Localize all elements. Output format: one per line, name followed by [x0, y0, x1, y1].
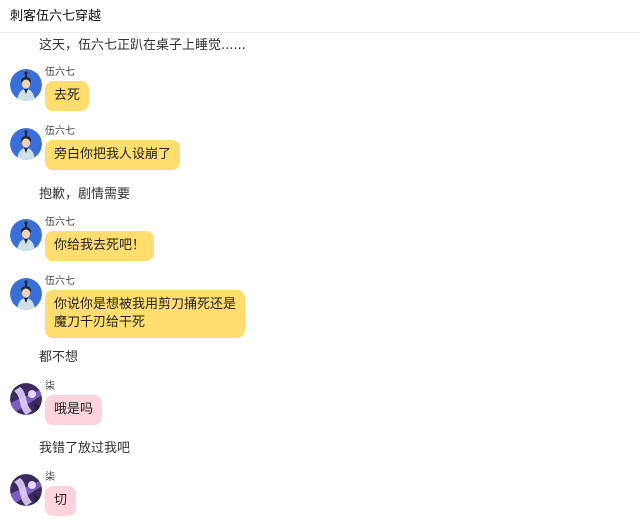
wuliuqi-avatar-icon	[10, 69, 42, 101]
wuliuqi-avatar-icon	[10, 219, 42, 251]
sender-name: 伍六七	[45, 126, 75, 137]
wuliuqi-avatar[interactable]	[10, 69, 42, 101]
sender-name: 伍六七	[45, 217, 75, 228]
narration-line: 这天，伍六七正趴在桌子上睡觉......	[39, 38, 246, 53]
sender-name: 伍六七	[45, 276, 75, 287]
narration-line: 都不想	[39, 350, 79, 365]
message-line: 你说你是想被我用剪刀捅死还是	[54, 297, 237, 312]
message-bubble[interactable]: 你说你是想被我用剪刀捅死还是 魔刀千刃给干死	[45, 290, 246, 338]
wuliuqi-avatar-icon	[10, 278, 42, 310]
message-bubble[interactable]: 你给我去死吧！	[45, 231, 155, 261]
qi-avatar-icon	[10, 383, 42, 415]
wuliuqi-avatar[interactable]	[10, 128, 42, 160]
sender-name: 柒	[45, 381, 55, 392]
qi-avatar[interactable]	[10, 474, 42, 506]
qi-avatar-icon	[10, 474, 42, 506]
message-line: 魔刀千刃给干死	[54, 315, 146, 330]
wuliuqi-avatar[interactable]	[10, 219, 42, 251]
chat-header: 刺客伍六七穿越	[0, 0, 640, 33]
chat-title: 刺客伍六七穿越	[10, 9, 102, 24]
message-bubble[interactable]: 哦是吗	[45, 395, 103, 425]
message-bubble[interactable]: 切	[45, 486, 77, 516]
wuliuqi-avatar-icon	[10, 128, 42, 160]
message-bubble[interactable]: 去死	[45, 81, 90, 111]
narration-line: 抱歉，剧情需要	[39, 187, 131, 202]
sender-name: 柒	[45, 472, 55, 483]
sender-name: 伍六七	[45, 67, 75, 78]
message-bubble[interactable]: 旁白你把我人设崩了	[45, 140, 181, 170]
wuliuqi-avatar[interactable]	[10, 278, 42, 310]
qi-avatar[interactable]	[10, 383, 42, 415]
narration-line: 我错了放过我吧	[39, 441, 131, 456]
